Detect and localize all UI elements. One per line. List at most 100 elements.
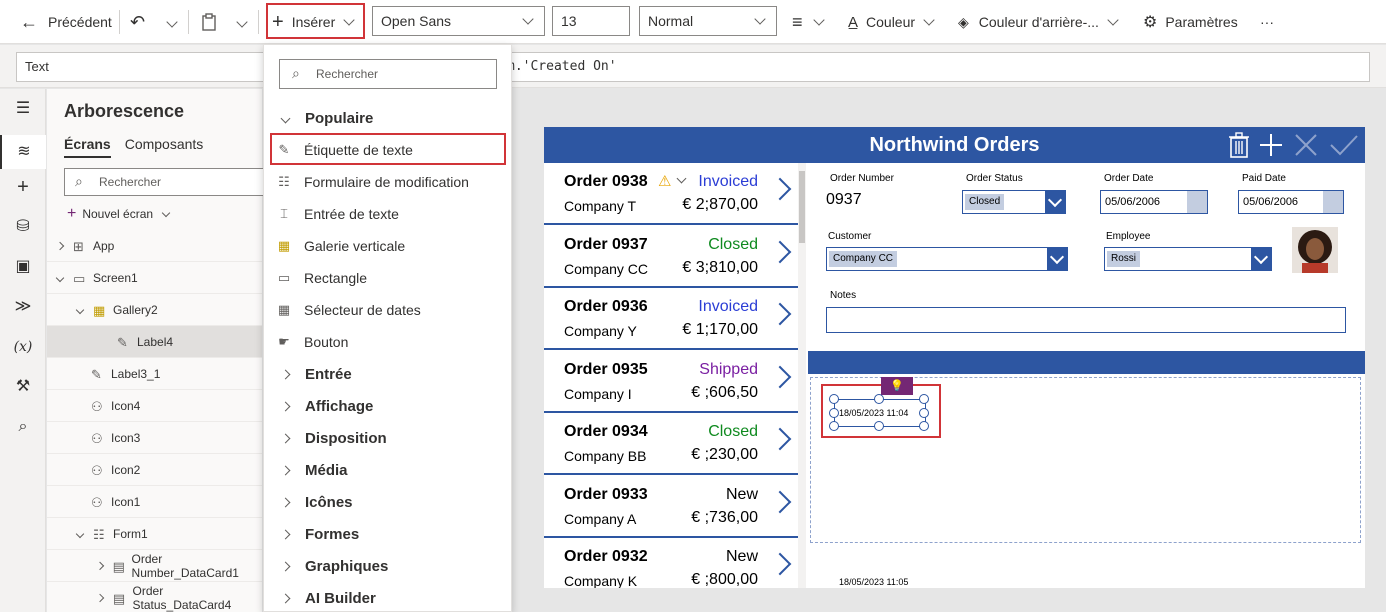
chevron-right-icon[interactable]	[768, 240, 792, 263]
more-button[interactable]: ···	[1260, 0, 1274, 44]
chevron-right-icon[interactable]	[95, 561, 104, 570]
tree-item[interactable]: ▭ Screen1	[47, 262, 262, 294]
tree-item[interactable]: ⚇ Icon1	[47, 486, 262, 518]
settings-button[interactable]: ⚙ Paramètres	[1143, 0, 1238, 44]
media-icon[interactable]: ▣	[11, 255, 35, 279]
gallery-item[interactable]: Order 0935 Company I Shipped € ;606,50	[544, 350, 798, 413]
chevron-right-icon[interactable]	[55, 241, 65, 250]
bg-color-button[interactable]: ◈ Couleur d'arrière-...	[958, 0, 1119, 44]
menu-item[interactable]: ☛ Bouton	[264, 326, 513, 358]
menu-item[interactable]: ▦ Galerie verticale	[264, 230, 513, 262]
tree-item[interactable]: ⚇ Icon2	[47, 454, 262, 486]
chevron-right-icon[interactable]	[95, 593, 105, 602]
menu-item[interactable]: ▭ Rectangle	[264, 262, 513, 294]
tree-item[interactable]: ⚇ Icon3	[47, 422, 262, 454]
gallery-scrollbar[interactable]	[798, 163, 806, 588]
resize-handle[interactable]	[874, 421, 884, 431]
font-weight-dropdown[interactable]: Normal	[639, 6, 777, 36]
property-dropdown[interactable]: Text	[16, 52, 266, 82]
layers-icon[interactable]: ≋	[0, 135, 46, 169]
employee-dropdown[interactable]: Rossi	[1104, 247, 1272, 271]
menu-category[interactable]: Entrée	[264, 358, 513, 390]
menu-category[interactable]: Formes	[264, 518, 513, 550]
menu-category[interactable]: Graphiques	[264, 550, 513, 582]
search-icon[interactable]: ⌕	[11, 415, 35, 439]
gallery-item[interactable]: Order 0937 Company CC Closed € 3;810,00	[544, 225, 798, 288]
menu-category[interactable]: Disposition	[264, 422, 513, 454]
selection-tab[interactable]: 💡	[881, 377, 913, 395]
chevron-right-icon[interactable]	[768, 552, 792, 576]
resize-handle[interactable]	[829, 394, 839, 404]
menu-search-input[interactable]: ⌕ Rechercher	[279, 59, 497, 89]
tree-item[interactable]: ▤ Order Number_DataCard1	[47, 550, 262, 582]
order-status-dropdown[interactable]: Closed	[962, 190, 1066, 214]
category-popular[interactable]: Populaire	[264, 102, 513, 134]
resize-handle[interactable]	[919, 421, 929, 431]
gallery-item[interactable]: Order 0936 Company Y Invoiced € 1;170,00	[544, 288, 798, 350]
chevron-down-icon[interactable]	[75, 529, 85, 538]
tools-icon[interactable]: ⚒	[11, 375, 35, 399]
font-size-input[interactable]: 13	[552, 6, 630, 36]
tab-components[interactable]: Composants	[125, 136, 204, 158]
tree-item[interactable]: ✎ Label4	[47, 326, 262, 358]
plus-icon[interactable]: +	[11, 175, 35, 199]
back-button[interactable]: ← Précédent	[20, 0, 112, 44]
resize-handle[interactable]	[919, 408, 929, 418]
checkmark-icon[interactable]	[1330, 134, 1358, 156]
tree-item[interactable]: ▦ Gallery2	[47, 294, 262, 326]
menu-category[interactable]: AI Builder	[264, 582, 513, 612]
chevron-right-icon[interactable]	[768, 302, 792, 326]
tree-search-input[interactable]: ⌕ Rechercher	[64, 168, 274, 196]
notes-input[interactable]	[826, 307, 1346, 333]
paste-icon[interactable]	[200, 0, 218, 44]
chevron-down-icon[interactable]	[75, 305, 85, 314]
paid-date-picker[interactable]: 05/06/2006	[1238, 190, 1344, 214]
menu-category[interactable]: Icônes	[264, 486, 513, 518]
chevron-right-icon[interactable]	[768, 490, 792, 513]
menu-item[interactable]: ▦ Sélecteur de dates	[264, 294, 513, 326]
font-weight-value: Normal	[648, 13, 694, 29]
hamburger-icon[interactable]: ☰	[11, 97, 35, 121]
undo-dropdown[interactable]	[166, 0, 178, 44]
resize-handle[interactable]	[829, 421, 839, 431]
insert-button[interactable]: + Insérer	[272, 0, 355, 44]
tab-screens[interactable]: Écrans	[64, 136, 111, 158]
new-screen-button[interactable]: + Nouvel écran	[67, 205, 171, 223]
menu-category[interactable]: Média	[264, 454, 513, 486]
chevron-right-icon[interactable]	[768, 427, 792, 451]
chevron-down-icon[interactable]	[676, 173, 687, 184]
color-button[interactable]: A̲ Couleur	[848, 0, 935, 44]
menu-category[interactable]: Affichage	[264, 390, 513, 422]
variables-icon[interactable]: (x)	[11, 335, 35, 359]
menu-item[interactable]: ☷ Formulaire de modification	[264, 166, 513, 198]
tree-item[interactable]: ☷ Form1	[47, 518, 262, 550]
trash-icon[interactable]	[1228, 132, 1250, 158]
chevron-right-icon[interactable]	[768, 365, 792, 388]
chevron-down-icon[interactable]	[55, 273, 65, 282]
resize-handle[interactable]	[919, 394, 929, 404]
menu-item[interactable]: ✎ Étiquette de texte	[264, 134, 513, 166]
font-family-dropdown[interactable]: Open Sans	[372, 6, 545, 36]
warning-icon[interactable]: ⚠	[658, 172, 671, 190]
add-icon[interactable]	[1259, 133, 1283, 157]
tree-item[interactable]: ⚇ Icon4	[47, 390, 262, 422]
paste-dropdown[interactable]	[236, 0, 248, 44]
undo-icon[interactable]: ↶	[130, 0, 145, 44]
menu-item[interactable]: ⌶ Entrée de texte	[264, 198, 513, 230]
align-button[interactable]: ≡	[792, 0, 825, 44]
gallery-item[interactable]: Order 0934 Company BB Closed € ;230,00	[544, 413, 798, 475]
chevron-right-icon[interactable]	[768, 177, 792, 201]
tree-item[interactable]: ✎ Label3_1	[47, 358, 262, 390]
order-date-picker[interactable]: 05/06/2006	[1100, 190, 1208, 214]
customer-dropdown[interactable]: Company CC	[826, 247, 1068, 271]
tree-item[interactable]: ▤ Order Status_DataCard4	[47, 582, 262, 612]
database-icon[interactable]: ⛁	[11, 215, 35, 239]
gallery-item[interactable]: Order 0932 Company K New € ;800,00	[544, 538, 798, 588]
resize-handle[interactable]	[874, 394, 884, 404]
power-automate-icon[interactable]: ≫	[11, 295, 35, 319]
tree-item[interactable]: ⊞ App	[47, 230, 262, 262]
gallery-item[interactable]: Order 0938 Company T Invoiced € 2;870,00 ⚠	[544, 163, 798, 225]
cancel-icon[interactable]	[1295, 134, 1317, 156]
resize-handle[interactable]	[829, 408, 839, 418]
gallery-item[interactable]: Order 0933 Company A New € ;736,00	[544, 475, 798, 538]
